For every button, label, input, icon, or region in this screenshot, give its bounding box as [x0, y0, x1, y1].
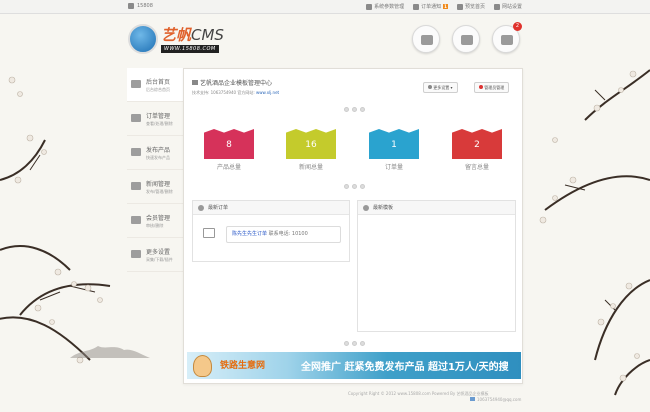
divider-dots: [339, 107, 369, 113]
top-link-system[interactable]: 系统参数管理: [366, 3, 404, 10]
sidebar-item-more[interactable]: 更多设置 采集/下载/插件: [127, 238, 183, 272]
cart-icon: [203, 228, 215, 238]
sidebar-item-members[interactable]: 会员管理 审核/删除: [127, 204, 183, 238]
edit-icon: [131, 148, 141, 156]
support-link[interactable]: www.xlj.net: [256, 90, 279, 95]
page-title: 艺帆酒品企业模板管理中心: [192, 78, 279, 87]
stat-card: 2: [452, 129, 502, 159]
logo-emblem: [128, 24, 158, 54]
more-settings-button[interactable]: 更多设置 ▾: [423, 82, 458, 93]
divider-dots: [339, 341, 369, 347]
main-panel: 艺帆酒品企业模板管理中心 技术支持: 1063754940 官方网站: www.…: [183, 68, 523, 384]
sidebar-item-sub: 后台综合首页: [146, 87, 170, 92]
stat-card: 8: [204, 129, 254, 159]
sidebar-item-sub: 发布/管理/删除: [146, 189, 173, 194]
sidebar-item-home[interactable]: 后台首页 后台综合首页: [127, 68, 183, 102]
header: 艺帆酒品企业模板管理中心 技术支持: 1063754940 官方网站: www.…: [192, 78, 279, 96]
sliders-icon: [493, 3, 500, 10]
sidebar-item-sub: 采集/下载/插件: [146, 257, 173, 262]
sidebar-item-title: 更多设置: [146, 249, 171, 256]
contact-email: 1063754940@qq.com: [470, 397, 521, 403]
latest-orders-panel: 最新订单 陈先生先生订单 联系电话: 10100: [192, 200, 350, 262]
chart-icon: [131, 250, 141, 258]
sidebar-item-title: 会员管理: [146, 215, 171, 222]
sidebar-item-title: 发布产品: [146, 147, 171, 154]
order-name: 陈先生先生订单: [232, 231, 268, 237]
chart-icon: [128, 3, 134, 9]
stat-products[interactable]: 8 产品总量: [204, 129, 254, 171]
stat-card: 1: [369, 129, 419, 159]
stat-label: 订单量: [384, 164, 403, 171]
support-text: 技术支持: 1063754940 官方网站: www.xlj.net: [192, 90, 280, 95]
users-icon: [131, 216, 141, 224]
mountain-decoration: [70, 346, 150, 358]
footer: Copyright Right © 2012 www.15808.com Pow…: [348, 391, 521, 403]
truck-icon: [461, 35, 473, 45]
banner-right-text: 全网推广 赶紧免费发布产品 超过1万人/天的搜: [301, 362, 509, 373]
stat-orders[interactable]: 1 订单量: [369, 129, 419, 171]
top-link-preview[interactable]: 预览首页: [456, 3, 485, 10]
pie-icon: [363, 205, 369, 211]
stat-card: 16: [286, 129, 336, 159]
gear-icon: [428, 85, 432, 89]
tree-icon: [421, 35, 433, 45]
order-phone: 联系电话: 10100: [268, 231, 308, 237]
chat-icon: [198, 205, 204, 211]
mail-icon: [413, 3, 420, 10]
tree-icon: [192, 80, 198, 85]
sidebar-item-title: 订单管理: [146, 113, 171, 120]
sidebar-item-orders[interactable]: 订单管理 查看/处理/删除: [127, 102, 183, 136]
mail-icon: [470, 397, 475, 401]
mascot-image: [193, 355, 212, 377]
billboard-icon: [131, 80, 141, 88]
chat-icon: [501, 35, 513, 45]
stat-label: 留言总量: [464, 164, 489, 171]
sidebar-item-products[interactable]: 发布产品 快速发布产品: [127, 136, 183, 170]
cloud-icon: [456, 3, 463, 10]
top-link-settings[interactable]: 网站设置: [493, 3, 522, 10]
message-badge: 2: [513, 22, 522, 31]
message-action-button[interactable]: 2: [492, 22, 522, 53]
site-label: 15808: [137, 3, 153, 9]
stat-label: 新闻总量: [298, 164, 323, 171]
tree-action-button[interactable]: [412, 25, 440, 53]
top-link-orders[interactable]: 订单通知 1: [413, 3, 448, 10]
sidebar-item-news[interactable]: 新闻管理 发布/管理/删除: [127, 170, 183, 204]
logo-url: WWW.15808.COM: [161, 45, 219, 53]
right-branch-decoration: [539, 69, 650, 396]
ad-banner[interactable]: 铁路生意网 全网推广 赶紧免费发布产品 超过1万人/天的搜: [187, 352, 521, 379]
sidebar: 后台首页 后台综合首页 订单管理 查看/处理/删除 发布产品 快速发布产品 新闻…: [127, 68, 183, 272]
latest-templates-panel: 最新模板: [357, 200, 516, 332]
stat-news[interactable]: 16 新闻总量: [286, 129, 336, 171]
admin-manage-button[interactable]: 管理员管理: [474, 82, 510, 93]
order-item[interactable]: 陈先生先生订单 联系电话: 10100: [226, 226, 341, 243]
admin-icon: [479, 85, 483, 89]
panel-header: 最新模板: [358, 201, 515, 215]
site-link[interactable]: 15808: [128, 3, 153, 9]
stat-label: 产品总量: [216, 164, 241, 171]
sidebar-item-sub: 审核/删除: [146, 223, 164, 228]
document-icon: [366, 3, 373, 10]
sidebar-item-title: 新闻管理: [146, 181, 171, 188]
top-links: 系统参数管理 订单通知 1 预览首页 网站设置: [366, 3, 522, 10]
truck-action-button[interactable]: [452, 25, 480, 53]
divider-dots: [339, 184, 369, 190]
mail-icon: [131, 114, 141, 122]
logo-title: 艺帆CMS: [161, 26, 224, 44]
news-icon: [131, 182, 141, 190]
sidebar-item-title: 后台首页: [146, 79, 171, 86]
sidebar-item-sub: 快速发布产品: [146, 155, 170, 160]
stat-messages[interactable]: 2 留言总量: [452, 129, 502, 171]
banner-left-text: 铁路生意网: [220, 361, 266, 371]
top-bar: 15808 系统参数管理 订单通知 1 预览首页 网站设置: [0, 0, 650, 14]
logo[interactable]: 艺帆CMS WWW.15808.COM: [128, 24, 238, 56]
panel-header: 最新订单: [193, 201, 349, 215]
order-badge: 1: [443, 4, 448, 9]
sidebar-item-sub: 查看/处理/删除: [146, 121, 173, 126]
